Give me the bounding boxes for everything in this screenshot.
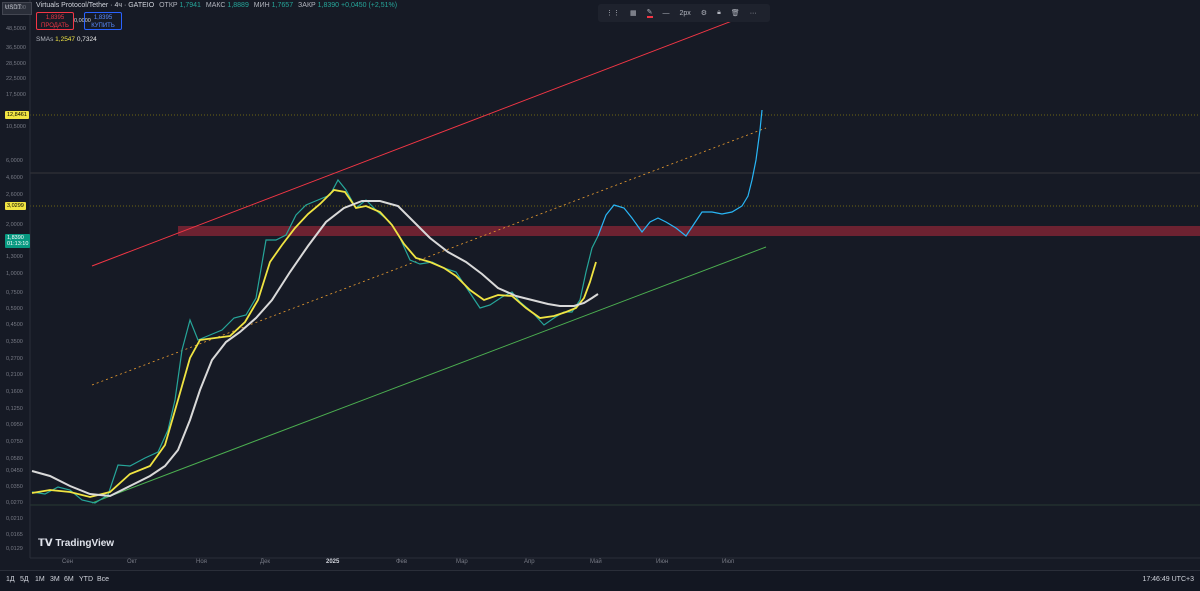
time-tick-label: Окт — [127, 559, 138, 565]
time-tick-label: Ноя — [196, 559, 207, 565]
price-tick-label: 62,0000 — [6, 5, 26, 11]
low-label: МИН — [253, 2, 270, 9]
sell-label: ПРОДАТЬ — [41, 23, 69, 29]
sma-label: SMAs — [36, 36, 54, 43]
timeframe-button[interactable]: YTD — [79, 576, 93, 583]
low-value: 1,7657 — [271, 2, 294, 9]
close-label: ЗАКР — [298, 2, 316, 9]
price-tick-label: 0,0580 — [6, 456, 23, 462]
template-icon[interactable]: ▦ — [630, 9, 637, 17]
chart-area[interactable]: USDT Virtuals Protocol/Tether · 4ч · GAT… — [0, 0, 1200, 570]
timeframe-button[interactable]: 1Д — [6, 576, 15, 583]
price-tick-label: 0,0129 — [6, 546, 23, 552]
price-tick-label: 0,5900 — [6, 306, 23, 312]
time-tick-label: Сен — [62, 559, 73, 565]
more-icon[interactable]: ··· — [750, 10, 757, 17]
tradingview-logo: 𝗧𝗩 TradingView — [38, 538, 114, 549]
tv-logo-icon: 𝗧𝗩 — [38, 538, 56, 549]
price-tick-label: 28,5000 — [6, 61, 26, 67]
bottom-toolbar: 1Д 5Д 1М 3М 6М YTD Все 17:46:49 UTC+3 — [0, 570, 1200, 591]
sma-legend[interactable]: SMAs 1,2547 0,7324 — [36, 36, 97, 43]
timeframe-button[interactable]: 1М — [35, 576, 45, 583]
timeframe-button[interactable]: Все — [97, 576, 109, 583]
price-tick-label: 0,4500 — [6, 322, 23, 328]
sma-slow — [31, 200, 599, 498]
time-tick-label: Мар — [456, 559, 468, 565]
price-tick-label: 6,0000 — [6, 158, 23, 164]
price-tick-label: 0,0350 — [6, 484, 23, 490]
price-tick-label: 36,5000 — [6, 45, 26, 51]
price-chart[interactable] — [0, 0, 1200, 570]
current-price-badge: 1,8390 01:13:10 — [5, 234, 31, 248]
high-label: МАКС — [205, 2, 226, 9]
drag-handle-icon[interactable]: ⋮⋮ — [606, 9, 620, 17]
line-width-label[interactable]: 2px — [680, 10, 691, 17]
lock-icon[interactable]: 🔒︎ — [717, 9, 721, 17]
price-tick-label: 1,3000 — [6, 254, 23, 260]
buy-label: КУПИТЬ — [91, 23, 115, 29]
price-tick-label: 0,0450 — [6, 468, 23, 474]
price-tick-label: 0,0210 — [6, 516, 23, 522]
level-badge-middle: 3,0299 — [5, 202, 26, 210]
price-tick-label: 2,0000 — [6, 222, 23, 228]
price-tick-label: 0,0750 — [6, 439, 23, 445]
price-tick-label: 0,3500 — [6, 339, 23, 345]
sell-button[interactable]: 1,8395 ПРОДАТЬ — [36, 12, 74, 30]
change-value: +0,0450 (+2,51%) — [341, 2, 398, 9]
price-tick-label: 0,1250 — [6, 406, 23, 412]
time-tick-label: Июн — [656, 559, 669, 565]
timeframe-button[interactable]: 5Д — [20, 576, 29, 583]
price-tick-label: 17,5000 — [6, 92, 26, 98]
legend-title[interactable]: Virtuals Protocol/Tether · 4ч · GATEIO — [36, 2, 154, 9]
sma-fast-value: 1,2547 — [55, 36, 76, 43]
close-value: 1,8390 — [317, 2, 340, 9]
trash-icon[interactable]: 🗑︎ — [731, 9, 740, 17]
sma-slow-value: 0,7324 — [76, 36, 97, 43]
buy-button[interactable]: 1,8395 КУПИТЬ — [84, 12, 122, 30]
lower-channel-line — [91, 246, 767, 504]
price-tick-label: 0,0270 — [6, 500, 23, 506]
time-tick-label: Май — [590, 559, 602, 565]
price-tick-label: 10,5000 — [6, 124, 26, 130]
price-tick-label: 1,0000 — [6, 271, 23, 277]
open-value: 1,7941 — [179, 2, 201, 9]
price-tick-label: 4,6000 — [6, 175, 23, 181]
time-tick-label: Фев — [396, 559, 408, 565]
drawing-toolbar: ⋮⋮ ▦ ✎ — 2px ⚙ 🔒︎ 🗑︎ ··· — [598, 4, 770, 22]
timeframe-button[interactable]: 6М — [64, 576, 74, 583]
candle-countdown: 01:13:10 — [7, 241, 29, 247]
sell-price: 1,8395 — [45, 15, 65, 21]
price-tick-label: 0,2700 — [6, 356, 23, 362]
price-tick-label: 2,6000 — [6, 192, 23, 198]
level-badge-upper: 12,8461 — [5, 111, 29, 119]
price-tick-label: 0,2100 — [6, 372, 23, 378]
settings-icon[interactable]: ⚙ — [701, 9, 707, 17]
price-tick-label: 0,0165 — [6, 532, 23, 538]
pencil-icon[interactable]: ✎ — [646, 8, 653, 18]
watermark-text: TradingView — [55, 538, 115, 549]
buy-price: 1,8395 — [93, 15, 113, 21]
price-tick-label: 0,0950 — [6, 422, 23, 428]
timeframe-button[interactable]: 3М — [50, 576, 60, 583]
open-label: ОТКР — [159, 2, 178, 9]
line-width-icon[interactable]: — — [663, 10, 670, 17]
price-tick-label: 48,5000 — [6, 26, 26, 32]
time-tick-label: Дек — [260, 559, 271, 565]
price-tick-label: 0,1600 — [6, 389, 23, 395]
high-value: 1,8889 — [227, 2, 249, 9]
middle-channel-line — [91, 127, 767, 386]
time-tick-label: Июл — [722, 559, 735, 565]
price-tick-label: 22,5000 — [6, 76, 26, 82]
price-tick-label: 0,7500 — [6, 290, 23, 296]
time-tick-label: Апр — [524, 559, 535, 565]
time-tick-label: 2025 — [326, 559, 340, 565]
clock[interactable]: 17:46:49 UTC+3 — [1142, 576, 1194, 583]
chart-legend: Virtuals Protocol/Tether · 4ч · GATEIO О… — [36, 2, 397, 9]
